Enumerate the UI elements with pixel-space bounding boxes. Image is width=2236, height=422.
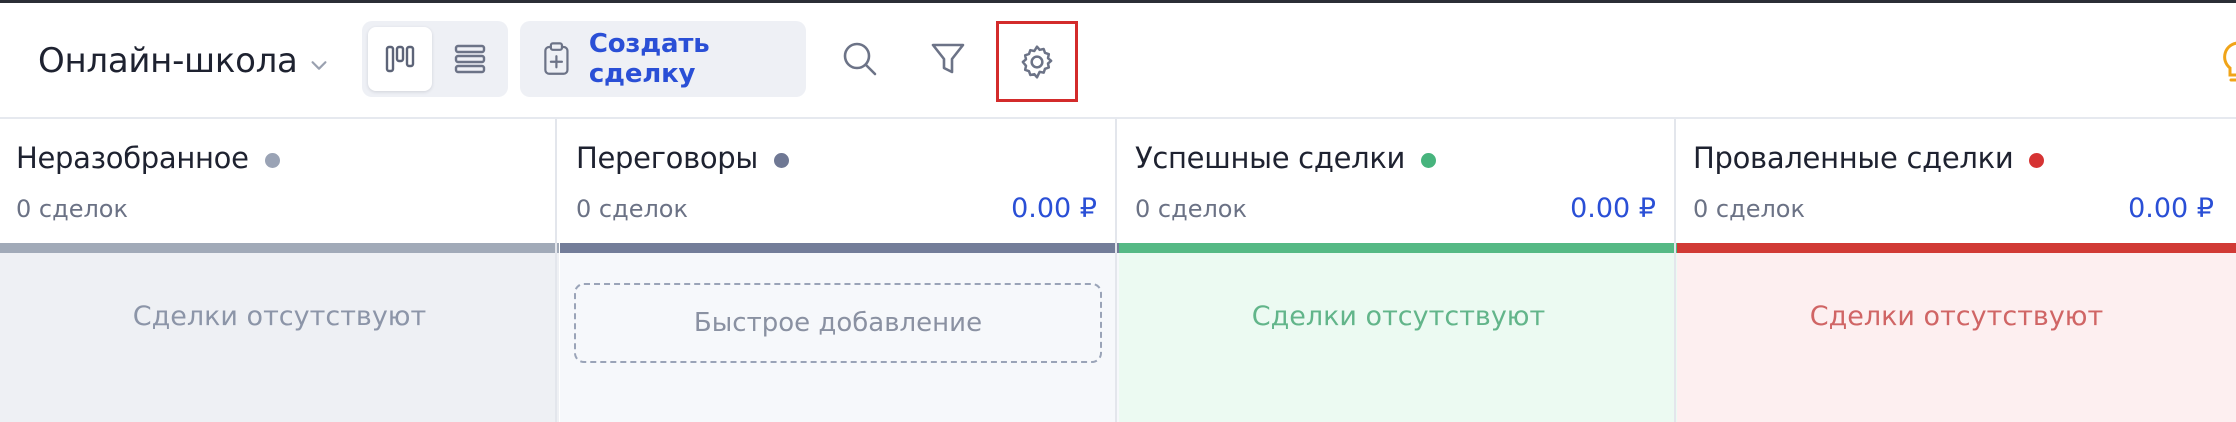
empty-state-text: Сделки отсутствуют (132, 301, 427, 332)
create-deal-button[interactable]: Создать сделку (520, 21, 806, 97)
column-color-bar (1119, 243, 1678, 253)
list-icon (454, 44, 486, 74)
column-color-bar (560, 243, 1119, 253)
toolbar: Онлайн-школа Создать сделку (0, 3, 2236, 119)
column-sum: 0.00 ₽ (1570, 193, 1656, 224)
column-deal-count: 0 сделок (1135, 195, 1247, 223)
gear-icon (1021, 44, 1053, 79)
column-lost: Проваленные сделки 0 сделок 0.00 ₽ Сделк… (1677, 119, 2236, 422)
column-header: Переговоры 0 сделок 0.00 ₽ (560, 119, 1119, 243)
list-view-button[interactable] (438, 27, 502, 91)
column-won: Успешные сделки 0 сделок 0.00 ₽ Сделки о… (1119, 119, 1678, 422)
filter-icon (931, 43, 965, 74)
column-body: Сделки отсутствуют (1677, 253, 2236, 422)
search-button[interactable] (830, 29, 890, 89)
status-dot (774, 152, 790, 168)
column-title: Переговоры (576, 141, 759, 175)
column-body: Сделки отсутствуют (1119, 253, 1678, 422)
column-divider (1674, 119, 1676, 422)
column-divider (1115, 119, 1117, 422)
status-dot (264, 152, 280, 168)
column-deal-count: 0 сделок (16, 195, 128, 223)
empty-state-text: Сделки отсутствуют (1251, 301, 1546, 332)
column-title: Проваленные сделки (1693, 141, 2014, 175)
status-dot (1421, 152, 1437, 168)
column-color-bar (0, 243, 559, 253)
kanban-icon (385, 45, 415, 73)
column-deal-count: 0 сделок (1693, 195, 1805, 223)
column-header: Неразобранное 0 сделок (0, 119, 559, 243)
deals-board: Неразобранное 0 сделок Сделки отсутствую… (0, 119, 2236, 422)
create-deal-label: Создать сделку (588, 29, 710, 89)
kanban-view-button[interactable] (368, 27, 432, 91)
column-color-bar (1677, 243, 2236, 253)
column-header: Проваленные сделки 0 сделок 0.00 ₽ (1677, 119, 2236, 243)
column-title: Успешные сделки (1135, 141, 1406, 175)
column-sum: 0.00 ₽ (2128, 193, 2214, 224)
column-negotiations: Переговоры 0 сделок 0.00 ₽ Быстрое добав… (560, 119, 1119, 422)
column-sum: 0.00 ₽ (1011, 193, 1097, 224)
quick-add-button[interactable]: Быстрое добавление (574, 283, 1102, 363)
view-toggle (362, 21, 508, 97)
column-title: Неразобранное (16, 141, 249, 175)
filter-button[interactable] (918, 29, 978, 89)
settings-button[interactable] (996, 21, 1078, 102)
column-deal-count: 0 сделок (576, 195, 688, 223)
empty-state-text: Сделки отсутствуют (1809, 301, 2104, 332)
clipboard-add-icon (544, 42, 569, 75)
column-body: Быстрое добавление (560, 253, 1119, 422)
status-dot (2029, 152, 2045, 168)
pipeline-selector[interactable]: Онлайн-школа (38, 33, 330, 89)
column-unsorted: Неразобранное 0 сделок Сделки отсутствую… (0, 119, 559, 422)
pipeline-name: Онлайн-школа (38, 41, 298, 81)
column-divider (555, 119, 557, 422)
lightbulb-icon[interactable] (2218, 39, 2236, 85)
search-icon (843, 42, 877, 76)
chevron-down-icon (311, 61, 327, 70)
column-body: Сделки отсутствуют (0, 253, 559, 422)
column-header: Успешные сделки 0 сделок 0.00 ₽ (1119, 119, 1678, 243)
